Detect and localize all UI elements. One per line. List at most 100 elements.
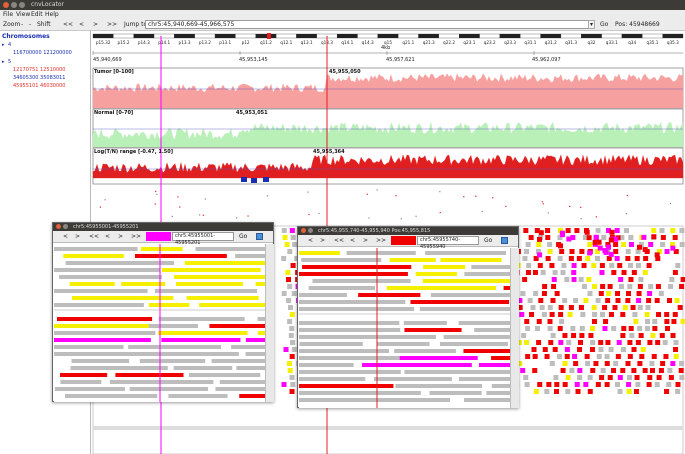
read-block bbox=[558, 243, 564, 249]
chromosome-ideogram[interactable]: p15.32 p15.2 p14.3 p14.1 p13.3 p13.2 p13.1 p12 q… bbox=[92, 33, 684, 55]
save-icon[interactable] bbox=[256, 233, 263, 240]
read-popup-2[interactable]: chr5:45,955,740-45,955,940 Pos:45,955,81… bbox=[297, 226, 519, 408]
tree-toggle-icon[interactable]: ▸ bbox=[2, 59, 5, 65]
read-block bbox=[642, 368, 648, 373]
minimize-icon[interactable] bbox=[308, 228, 313, 233]
popup2-prev[interactable]: < bbox=[350, 237, 355, 244]
nav-prev-button[interactable]: < bbox=[79, 21, 84, 28]
read-block bbox=[595, 256, 601, 261]
ideogram-band-label: q21.1 bbox=[402, 40, 414, 45]
maximize-window-icon[interactable] bbox=[19, 2, 25, 8]
menu-view[interactable]: View bbox=[16, 11, 30, 18]
aligned-read bbox=[72, 296, 174, 300]
read-block bbox=[638, 277, 644, 282]
sidebar-item-region-3[interactable]: 34605300 35083011 bbox=[13, 75, 66, 81]
ideogram-band bbox=[275, 33, 297, 39]
popup1-go-button[interactable]: Go bbox=[239, 233, 247, 240]
aligned-read bbox=[299, 321, 400, 325]
close-icon[interactable] bbox=[56, 224, 61, 229]
read-block bbox=[281, 382, 287, 387]
sidebar-item-chr4[interactable]: 4 bbox=[8, 42, 11, 48]
popup2-zoom-out[interactable]: > bbox=[320, 237, 325, 244]
ideogram-band-label: p15.2 bbox=[118, 40, 130, 45]
position-tick-2: 45,953,145 bbox=[239, 57, 268, 63]
read-block bbox=[641, 234, 647, 240]
read-block bbox=[574, 228, 580, 233]
popup2-first[interactable]: << bbox=[334, 237, 344, 244]
zoom-in-button[interactable]: - bbox=[21, 21, 23, 28]
read-block bbox=[633, 389, 639, 394]
read-block bbox=[539, 305, 545, 310]
popup1-zoom-out[interactable]: > bbox=[75, 233, 80, 240]
popup1-location-input[interactable]: chr5:45955001-45955201 bbox=[172, 232, 234, 246]
popup2-location-input[interactable]: chr5:45955740-45955940 bbox=[417, 236, 479, 250]
chevron-down-icon[interactable]: ▾ bbox=[588, 20, 595, 29]
nav-first-button[interactable]: << bbox=[63, 21, 73, 28]
nav-next-button[interactable]: > bbox=[93, 21, 98, 28]
aligned-read bbox=[168, 394, 228, 398]
read-block bbox=[634, 375, 640, 380]
menu-file[interactable]: File bbox=[3, 11, 13, 18]
popup1-color-swatch[interactable] bbox=[146, 232, 171, 241]
read-block bbox=[554, 291, 560, 296]
popup2-scrollbar[interactable] bbox=[510, 248, 519, 408]
popup1-zoom-in[interactable]: < bbox=[63, 233, 68, 240]
nav-last-button[interactable]: >> bbox=[107, 21, 117, 28]
jump-input[interactable]: chr5:45,940,669-45,966,575 bbox=[145, 20, 593, 29]
popup1-scrollbar[interactable] bbox=[265, 244, 274, 402]
aligned-read bbox=[54, 345, 124, 349]
read-block bbox=[618, 284, 624, 289]
save-icon[interactable] bbox=[501, 237, 508, 244]
minimize-window-icon[interactable] bbox=[11, 2, 17, 8]
popup2-zoom-in[interactable]: < bbox=[308, 237, 313, 244]
tree-toggle-icon[interactable]: ▸ bbox=[2, 42, 5, 48]
read-block bbox=[590, 368, 596, 373]
aligned-read bbox=[235, 254, 266, 258]
ideogram-band bbox=[540, 33, 562, 39]
read-block bbox=[614, 228, 620, 233]
read-block bbox=[290, 263, 296, 268]
popup1-last[interactable]: >> bbox=[131, 233, 141, 240]
read-block bbox=[587, 389, 593, 394]
minimize-icon[interactable] bbox=[63, 224, 68, 229]
popup2-last[interactable]: >> bbox=[376, 237, 386, 244]
read-block bbox=[289, 375, 295, 380]
tumor-marker-label: 45,955,050 bbox=[329, 69, 361, 75]
read-block bbox=[569, 368, 575, 373]
read-block bbox=[581, 284, 587, 289]
aligned-read bbox=[69, 282, 115, 286]
sidebar-item-region-4[interactable]: 45955101 46030000 bbox=[13, 83, 66, 89]
popup1-next[interactable]: > bbox=[118, 233, 123, 240]
sidebar-item-chr5[interactable]: 5 bbox=[8, 59, 11, 65]
popup2-next[interactable]: > bbox=[363, 237, 368, 244]
read-block bbox=[604, 361, 610, 366]
read-block bbox=[584, 354, 590, 359]
read-block bbox=[647, 291, 653, 296]
read-popup-1[interactable]: chr5:45955001-45955201 < > << < > >> chr… bbox=[52, 222, 274, 402]
read-block bbox=[547, 319, 553, 324]
aligned-read bbox=[63, 254, 124, 258]
close-icon[interactable] bbox=[301, 228, 306, 233]
aligned-read bbox=[209, 324, 266, 328]
popup1-reads[interactable] bbox=[54, 244, 266, 402]
popup2-reads[interactable] bbox=[299, 248, 511, 408]
aligned-read bbox=[135, 254, 227, 258]
sidebar-item-region-1[interactable]: 116700000 121200000 bbox=[13, 50, 72, 56]
sidebar-item-region-2[interactable]: 12170751 12510000 bbox=[13, 67, 66, 73]
popup2-go-button[interactable]: Go bbox=[484, 237, 492, 244]
menu-edit[interactable]: Edit bbox=[31, 11, 43, 18]
popup2-color-swatch[interactable] bbox=[391, 236, 416, 245]
close-window-icon[interactable] bbox=[3, 2, 9, 8]
aligned-read bbox=[464, 398, 511, 402]
zoom-out-button[interactable]: - bbox=[29, 21, 31, 28]
read-block bbox=[281, 228, 287, 233]
read-block bbox=[591, 305, 597, 310]
popup1-prev[interactable]: < bbox=[105, 233, 110, 240]
menu-help[interactable]: Help bbox=[45, 11, 59, 18]
aligned-read bbox=[184, 261, 266, 265]
read-block bbox=[561, 263, 567, 268]
deletion-marker bbox=[251, 178, 257, 183]
popup1-first[interactable]: << bbox=[89, 233, 99, 240]
read-block bbox=[613, 249, 619, 254]
go-button[interactable]: Go bbox=[600, 21, 608, 28]
